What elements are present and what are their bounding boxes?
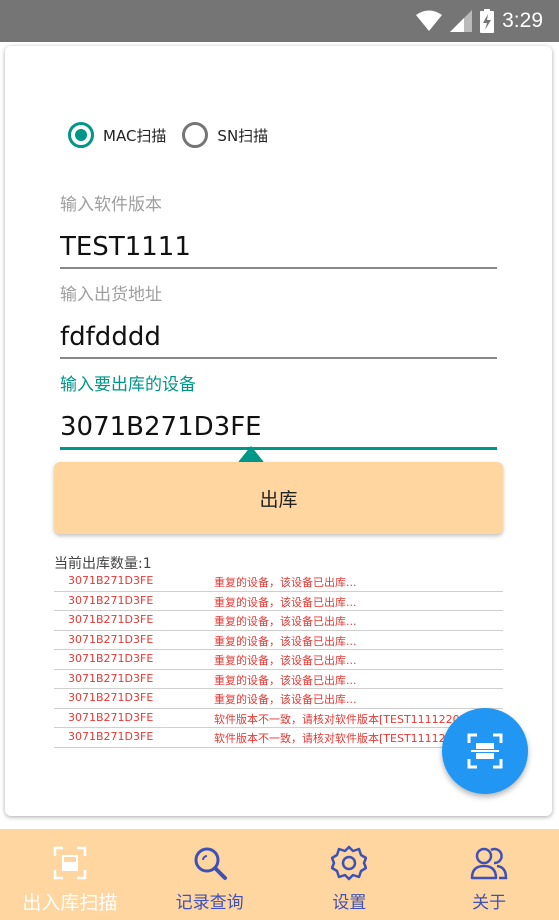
radio-sn-scan[interactable]: SN扫描 [182, 122, 268, 148]
software-version-input[interactable] [60, 227, 497, 267]
log-row-message: 重复的设备，该设备已出库... [214, 576, 357, 589]
log-row: 3071B271D3FE 重复的设备，该设备已出库... [54, 650, 503, 670]
log-row-message: 重复的设备，该设备已出库... [214, 595, 357, 609]
log-row-message: 重复的设备，该设备已出库... [214, 693, 357, 706]
scan-mode-radio-group: MAC扫描 SN扫描 [68, 122, 284, 148]
log-row-message: 重复的设备，该设备已出库... [214, 673, 357, 687]
log-row: 3071B271D3FE 重复的设备，该设备已出库... [54, 689, 503, 709]
log-row: 3071B271D3FE 重复的设备，该设备已出库... [54, 572, 503, 592]
stock-out-count: 当前出库数量:1 [54, 556, 152, 572]
software-version-underline [60, 267, 497, 269]
radio-checked-icon[interactable] [68, 122, 94, 148]
log-row-mac: 3071B271D3FE [68, 632, 154, 646]
scan-log-list: 3071B271D3FE 重复的设备，该设备已出库... 3071B271D3F… [54, 572, 503, 748]
nav-item-scan[interactable]: 出入库扫描 [0, 829, 140, 920]
users-icon [470, 843, 508, 883]
nav-item-settings[interactable]: 设置 [280, 829, 420, 920]
log-row-mac: 3071B271D3FE [68, 613, 154, 626]
log-row: 3071B271D3FE 软件版本不一致，请核对软件版本[TEST1111220… [54, 728, 503, 748]
log-row-mac: 3071B271D3FE [68, 671, 154, 685]
radio-unchecked-icon[interactable] [182, 122, 209, 148]
nav-item-records[interactable]: 记录查询 [140, 829, 280, 920]
log-row: 3071B271D3FE 重复的设备，该设备已出库... [54, 631, 503, 650]
search-icon [192, 843, 228, 883]
nav-item-about-label: 关于 [472, 893, 507, 913]
log-row: 3071B271D3FE 重复的设备，该设备已出库... [54, 611, 503, 631]
ship-address-label: 输入出货地址 [60, 285, 162, 305]
log-row-message: 重复的设备，该设备已出库... [214, 634, 357, 648]
signal-icon [450, 10, 473, 32]
scan-fab-button[interactable] [442, 708, 528, 794]
device-input[interactable] [60, 407, 497, 447]
device-label: 输入要出库的设备 [60, 375, 196, 395]
ship-address-input[interactable] [60, 317, 497, 357]
log-row: 3071B271D3FE 重复的设备，该设备已出库... [54, 670, 503, 689]
nav-item-about[interactable]: 关于 [419, 829, 559, 920]
scan-icon [467, 733, 503, 769]
log-row-mac: 3071B271D3FE [68, 574, 154, 587]
log-row-mac: 3071B271D3FE [68, 710, 154, 724]
scan-icon [52, 843, 88, 883]
log-row: 3071B271D3FE 重复的设备，该设备已出库... [54, 592, 503, 611]
software-version-field: 输入软件版本 [60, 193, 497, 269]
software-version-label: 输入软件版本 [60, 195, 162, 215]
log-row-message: 软件版本不一致，请核对软件版本[TEST1111220]... [214, 732, 475, 745]
nav-item-scan-label: 出入库扫描 [22, 892, 118, 914]
device-field: 输入要出库的设备 [60, 373, 497, 450]
bottom-navigation: 出入库扫描 记录查询 设置 关于 [0, 829, 559, 920]
log-row: 3071B271D3FE 软件版本不一致，请核对软件版本[TEST1111220… [54, 709, 503, 728]
battery-charging-icon [480, 9, 495, 33]
log-row-mac: 3071B271D3FE [68, 730, 154, 743]
radio-mac-scan-label: MAC扫描 [103, 126, 167, 145]
log-row-mac: 3071B271D3FE [68, 593, 154, 607]
status-icons: 3:29 [416, 8, 543, 34]
nav-item-records-label: 记录查询 [175, 893, 244, 913]
log-row-message: 软件版本不一致，请核对软件版本[TEST1111220]... [214, 712, 475, 726]
stock-out-button[interactable]: 出库 [54, 462, 503, 534]
radio-mac-scan[interactable]: MAC扫描 [68, 122, 166, 148]
log-row-message: 重复的设备，该设备已出库... [214, 615, 357, 628]
ship-address-field: 输入出货地址 [60, 283, 497, 359]
wifi-icon [416, 10, 443, 31]
radio-sn-scan-label: SN扫描 [217, 126, 269, 145]
status-time: 3:29 [502, 9, 543, 32]
log-row-message: 重复的设备，该设备已出库... [214, 654, 357, 667]
log-row-mac: 3071B271D3FE [68, 691, 154, 704]
ship-address-underline [60, 357, 497, 359]
log-row-mac: 3071B271D3FE [68, 652, 154, 665]
gear-icon [331, 843, 368, 883]
nav-item-settings-label: 设置 [332, 893, 367, 913]
status-bar: 3:29 [0, 0, 559, 42]
device-underline [60, 447, 497, 450]
